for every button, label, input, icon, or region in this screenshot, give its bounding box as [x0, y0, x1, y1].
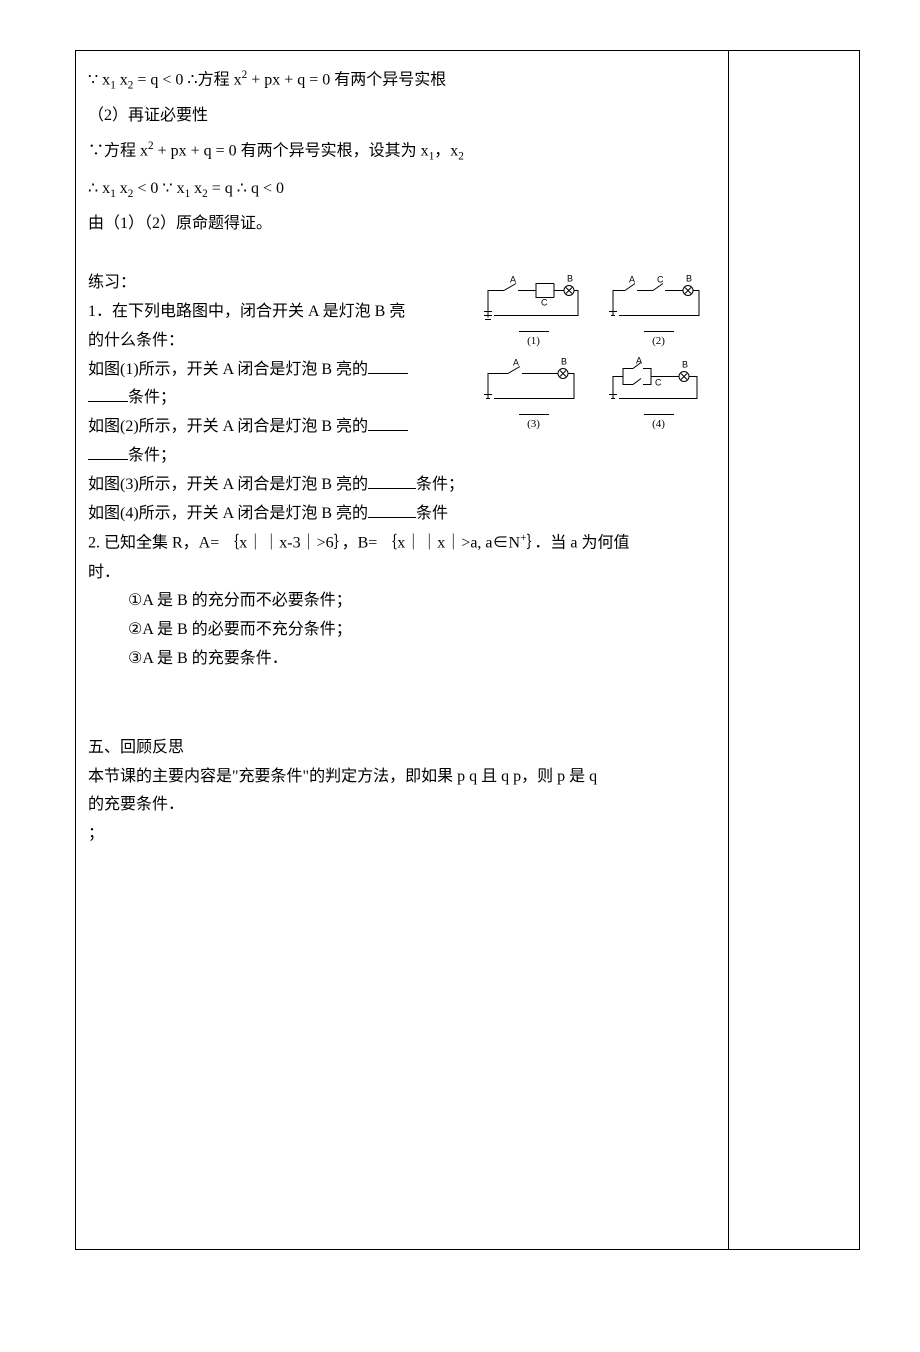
text: 如图(2)所示，开关 A 闭合是灯泡 B 亮的 — [88, 418, 368, 435]
label-b: B — [686, 274, 692, 284]
practice-q2-l1: 2. 已知全集 R，A= ｛x｜｜x-3｜>6｝，B= ｛x｜｜x｜>a, a∈… — [88, 528, 716, 558]
practice-section: A C B (1) — [88, 269, 716, 673]
practice-q1-c3: 如图(3)所示，开关 A 闭合是灯泡 B 亮的 条件； — [88, 471, 716, 500]
text: < 0 ∵ x — [133, 180, 184, 197]
circuit-caption-2: (2) — [644, 331, 674, 352]
text: 如图(1)所示，开关 A 闭合是灯泡 B 亮的 — [88, 361, 368, 378]
text: = q ∴ q < 0 — [208, 180, 284, 197]
review-body-3: ； — [88, 820, 716, 849]
blank-input[interactable] — [368, 358, 408, 374]
text: 条件 — [416, 505, 448, 522]
text: ∵方程 x — [88, 143, 148, 160]
subscript: 2 — [458, 151, 464, 163]
circuit-caption-3: (3) — [519, 414, 549, 435]
circuit-diagrams: A C B (1) — [476, 273, 716, 435]
label-b: B — [567, 274, 573, 284]
text: + px + q = 0 有两个异号实根，设其为 x — [154, 143, 429, 160]
practice-q2-s1: ①A 是 B 的充分而不必要条件； — [88, 587, 716, 616]
side-column — [729, 51, 859, 1249]
text: 条件； — [128, 389, 176, 406]
text: + px + q = 0 有两个异号实根 — [247, 71, 446, 88]
text: 条件； — [416, 476, 464, 493]
blank-input[interactable] — [368, 502, 416, 518]
text: x — [190, 180, 202, 197]
text: 条件； — [128, 447, 176, 464]
blank-input[interactable] — [368, 473, 416, 489]
label-b: B — [561, 357, 567, 367]
circuit-2: A C B (2) — [601, 273, 716, 352]
text: ，x — [434, 143, 458, 160]
label-a: A — [629, 275, 635, 285]
practice-q2-s2: ②A 是 B 的必要而不充分条件； — [88, 616, 716, 645]
practice-q1-c2b: 条件； — [88, 442, 716, 471]
proof-line-5: 由（1）（2）原命题得证。 — [88, 210, 716, 239]
proof-line-2: （2）再证必要性 — [88, 102, 716, 131]
label-c: C — [657, 275, 664, 285]
proof-line-4: ∴ x1 x2 < 0 ∵ x1 x2 = q ∴ q < 0 — [88, 175, 716, 204]
text: x — [116, 71, 128, 88]
main-content-cell: ∵ x1 x2 = q < 0 ∴方程 x2 + px + q = 0 有两个异… — [76, 51, 729, 1249]
circuit-caption-4: (4) — [644, 414, 674, 435]
text: 2. 已知全集 R，A= ｛x｜｜x-3｜>6｝，B= ｛x｜｜x｜>a, a∈… — [88, 535, 520, 552]
label-c: C — [541, 298, 548, 308]
text: = q < 0 ∴方程 x — [133, 71, 241, 88]
label-b: B — [682, 360, 688, 370]
text: 如图(3)所示，开关 A 闭合是灯泡 B 亮的 — [88, 476, 368, 493]
practice-q1-c4: 如图(4)所示，开关 A 闭合是灯泡 B 亮的 条件 — [88, 500, 716, 529]
page-frame: ∵ x1 x2 = q < 0 ∴方程 x2 + px + q = 0 有两个异… — [75, 50, 860, 1250]
proof-line-3: ∵方程 x2 + px + q = 0 有两个异号实根，设其为 x1，x2 — [88, 136, 716, 167]
label-a: A — [513, 358, 519, 368]
review-body-1: 本节课的主要内容是"充要条件"的判定方法，即如果 p q 且 q p，则 p 是… — [88, 763, 716, 792]
label-c: C — [655, 378, 662, 388]
text: 如图(4)所示，开关 A 闭合是灯泡 B 亮的 — [88, 505, 368, 522]
text: ｝．当 a 为何值 — [526, 535, 629, 552]
label-a: A — [636, 356, 642, 366]
review-body-2: 的充要条件． — [88, 791, 716, 820]
blank-input[interactable] — [88, 444, 128, 460]
circuit-3: A B (3) — [476, 356, 591, 435]
review-title: 五、回顾反思 — [88, 734, 716, 763]
circuit-caption-1: (1) — [519, 331, 549, 352]
proof-line-1: ∵ x1 x2 = q < 0 ∴方程 x2 + px + q = 0 有两个异… — [88, 65, 716, 96]
text: x — [116, 180, 128, 197]
label-a: A — [510, 275, 516, 285]
blank-input[interactable] — [88, 386, 128, 402]
text: ∵ x — [88, 71, 110, 88]
practice-q2-l2: 时． — [88, 559, 716, 588]
text: ∴ x — [88, 180, 110, 197]
circuit-1: A C B (1) — [476, 273, 591, 352]
practice-q2-s3: ③A 是 B 的充要条件． — [88, 645, 716, 674]
blank-input[interactable] — [368, 415, 408, 431]
circuit-4: A C B (4) — [601, 356, 716, 435]
